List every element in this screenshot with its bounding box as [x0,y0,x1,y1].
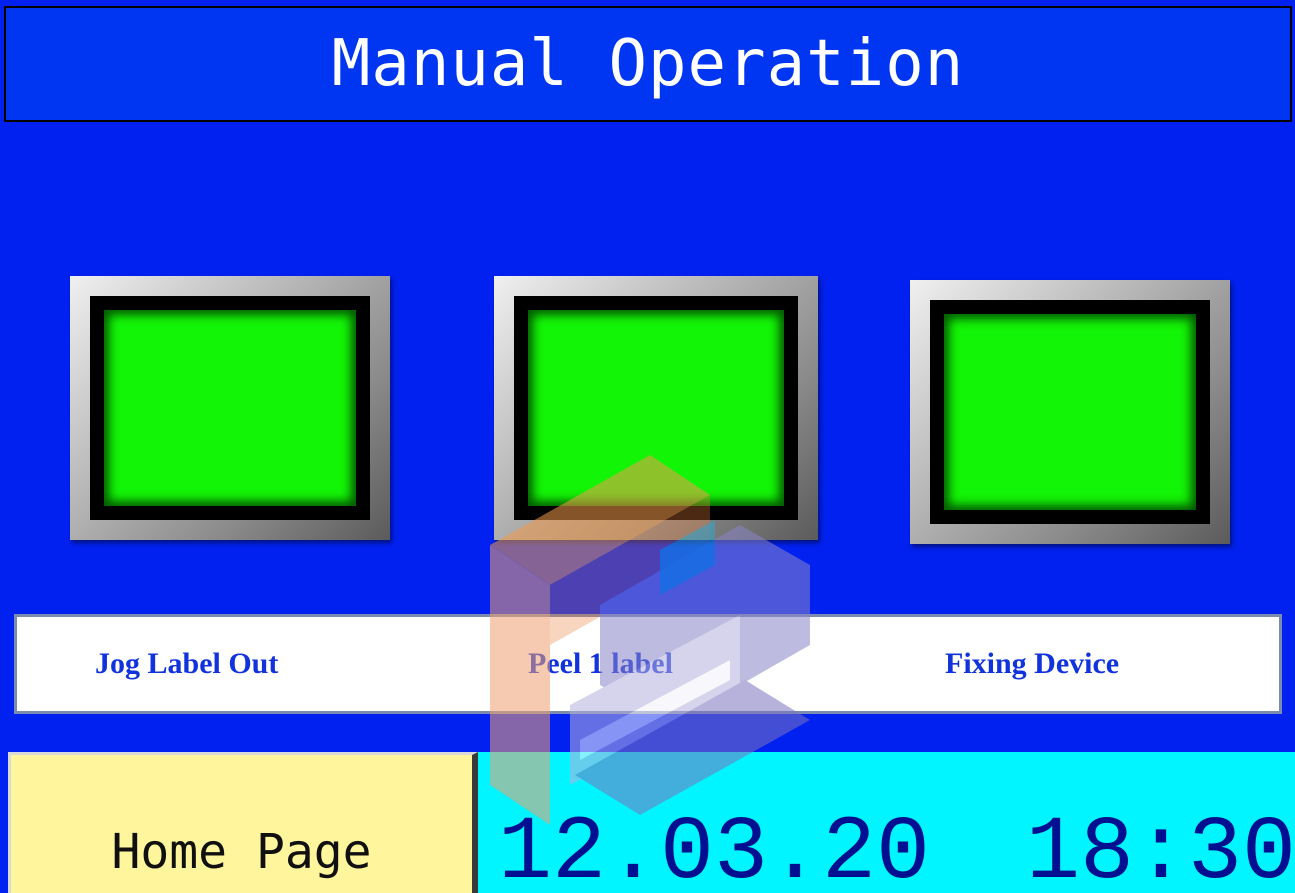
green-lamp-indicator [104,310,356,506]
green-lamp-indicator [944,314,1196,510]
lamp-bezel [90,296,370,520]
date-time-panel: 12.03.20 18:30 [478,752,1295,893]
peel-1-label-button[interactable] [494,276,818,540]
fixing-device-button[interactable] [910,280,1230,544]
lamp-bezel [514,296,798,520]
jog-label-out-button[interactable] [70,276,390,540]
peel-1-label-label: Peel 1 label [528,647,673,680]
green-lamp-indicator [528,310,784,506]
time-readout: 18:30 [1026,803,1295,893]
hmi-screen: Manual Operation Jog Label Out Peel 1 la… [0,0,1295,893]
home-page-label: Home Page [111,823,372,880]
home-page-button[interactable]: Home Page [8,752,478,893]
lamp-bezel [930,300,1210,524]
title-bar: Manual Operation [4,6,1292,122]
fixing-device-label: Fixing Device [945,647,1120,680]
date-readout: 12.03.20 [498,803,931,893]
jog-label-out-label: Jog Label Out [95,647,279,680]
button-label-strip: Jog Label Out Peel 1 label Fixing Device [14,614,1282,714]
page-title: Manual Operation [331,27,965,101]
